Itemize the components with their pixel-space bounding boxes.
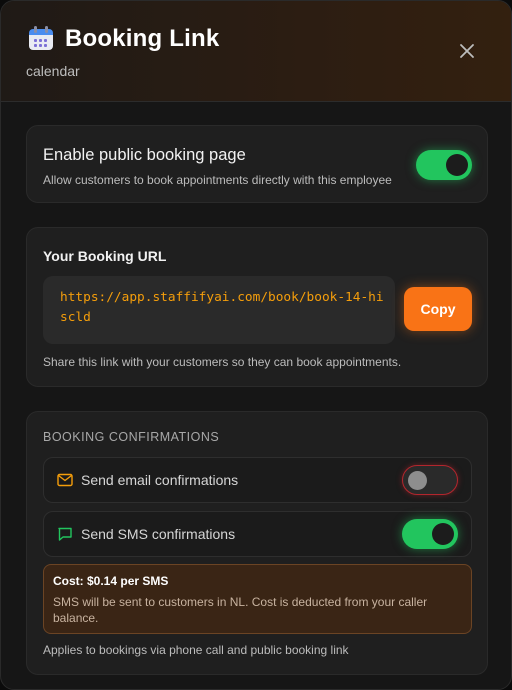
sms-cost-title: Cost: $0.14 per SMS xyxy=(53,574,169,588)
public-booking-label: Enable public booking page xyxy=(43,146,246,164)
calendar-icon xyxy=(29,26,53,52)
booking-link-modal: Booking Link calendar Enable public book… xyxy=(0,0,512,690)
email-confirmation-toggle[interactable] xyxy=(402,465,458,495)
email-confirmation-label: Send email confirmations xyxy=(81,472,239,488)
email-confirmation-option: Send email confirmations xyxy=(43,457,472,503)
modal-subtitle: calendar xyxy=(26,63,80,79)
public-booking-card: Enable public booking page Allow custome… xyxy=(26,125,488,203)
booking-url-text: https://app.staffifyai.com/book/book-14-… xyxy=(60,290,384,325)
booking-url-help: Share this link with your customers so t… xyxy=(43,355,402,369)
booking-url-card: Your Booking URL https://app.staffifyai.… xyxy=(26,227,488,387)
title-row: Booking Link xyxy=(29,25,219,53)
copy-button[interactable]: Copy xyxy=(404,287,472,331)
modal-header: Booking Link calendar xyxy=(1,1,511,102)
booking-confirmations-card: BOOKING CONFIRMATIONS Send email confirm… xyxy=(26,411,488,675)
toggle-knob xyxy=(446,154,468,176)
close-icon xyxy=(460,44,474,58)
sms-cost-notice: Cost: $0.14 per SMS SMS will be sent to … xyxy=(43,564,472,634)
mail-icon xyxy=(57,473,73,487)
close-button[interactable] xyxy=(457,41,477,61)
toggle-knob xyxy=(408,471,427,490)
sms-confirmation-label: Send SMS confirmations xyxy=(81,526,236,542)
message-icon xyxy=(58,527,72,541)
booking-url-label: Your Booking URL xyxy=(43,248,167,264)
section-heading: BOOKING CONFIRMATIONS xyxy=(43,430,220,444)
confirmations-footer: Applies to bookings via phone call and p… xyxy=(43,643,349,657)
sms-confirmation-option: Send SMS confirmations xyxy=(43,511,472,557)
booking-url-field[interactable]: https://app.staffifyai.com/book/book-14-… xyxy=(43,276,395,344)
public-booking-toggle[interactable] xyxy=(416,150,472,180)
sms-cost-body: SMS will be sent to customers in NL. Cos… xyxy=(53,595,428,625)
toggle-knob xyxy=(432,523,454,545)
modal-title: Booking Link xyxy=(65,25,220,52)
sms-confirmation-toggle[interactable] xyxy=(402,519,458,549)
public-booking-description: Allow customers to book appointments dir… xyxy=(43,173,392,187)
